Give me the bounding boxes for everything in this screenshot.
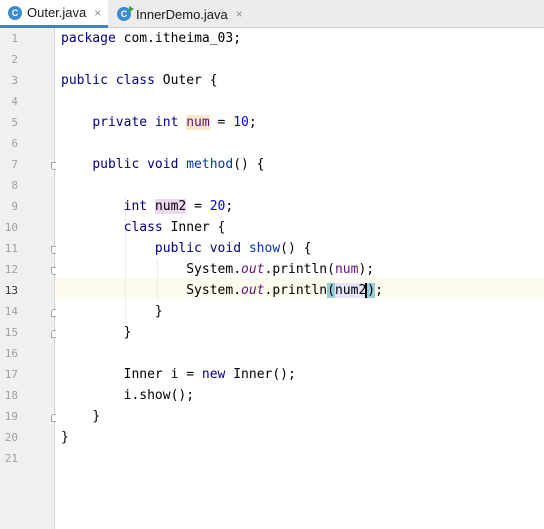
line-number: 15 bbox=[4, 326, 18, 339]
close-tab-icon[interactable]: × bbox=[236, 7, 243, 21]
local-num2-usage: num2 bbox=[334, 283, 367, 298]
code-line-19: } bbox=[92, 409, 101, 424]
class-icon: C bbox=[8, 5, 22, 20]
code-line-7: public void method() { bbox=[92, 157, 265, 172]
code-line-14: } bbox=[154, 304, 163, 319]
code-line-11: public void show() { bbox=[154, 241, 312, 256]
line-number: 20 bbox=[4, 431, 18, 444]
code-editor[interactable]: package com.itheima_03; public class Out… bbox=[56, 28, 544, 529]
code-line-9: int num2 = 20; bbox=[123, 199, 234, 214]
line-number-gutter[interactable]: 1 2 3 4 5 6 7 8 9 10 11 12 13 14 15 16 1… bbox=[0, 28, 58, 529]
line-number: 8 bbox=[11, 179, 18, 192]
line-number: 11 bbox=[4, 242, 18, 255]
line-number: 14 bbox=[4, 305, 18, 318]
line-number: 16 bbox=[4, 347, 18, 360]
matched-paren-close: ) bbox=[367, 283, 376, 298]
line-number: 19 bbox=[4, 410, 18, 423]
matched-paren-open: ( bbox=[327, 283, 335, 298]
line-number-current: 13 bbox=[4, 284, 18, 297]
line-number: 2 bbox=[11, 53, 18, 66]
line-number: 5 bbox=[11, 116, 18, 129]
code-line-20: } bbox=[61, 430, 69, 445]
tab-outer-java[interactable]: C Outer.java × bbox=[0, 0, 108, 28]
line-number: 10 bbox=[4, 221, 18, 234]
tab-innerdemo-java[interactable]: C InnerDemo.java × bbox=[109, 0, 249, 28]
line-number: 21 bbox=[4, 452, 18, 465]
runnable-class-icon: C bbox=[117, 6, 134, 21]
editor-tab-bar: C Outer.java × C InnerDemo.java × bbox=[0, 0, 544, 28]
tab-label: Outer.java bbox=[27, 5, 87, 20]
line-number: 9 bbox=[11, 200, 18, 213]
tab-label: InnerDemo.java bbox=[136, 6, 228, 22]
line-number: 18 bbox=[4, 389, 18, 402]
code-line-18: i.show(); bbox=[123, 388, 195, 403]
close-tab-icon[interactable]: × bbox=[94, 6, 101, 20]
line-number: 12 bbox=[4, 263, 18, 276]
line-number: 17 bbox=[4, 368, 18, 381]
line-number: 7 bbox=[11, 158, 18, 171]
code-line-5: private int num = 10; bbox=[92, 115, 257, 130]
line-number: 4 bbox=[11, 95, 18, 108]
line-number: 6 bbox=[11, 137, 18, 150]
line-number: 3 bbox=[11, 74, 18, 87]
code-line-12: System.out.println(num); bbox=[186, 262, 375, 277]
code-line-15: } bbox=[123, 325, 132, 340]
code-line-10: class Inner { bbox=[123, 220, 226, 235]
code-line-17: Inner i = new Inner(); bbox=[123, 367, 296, 382]
line-number: 1 bbox=[11, 32, 18, 45]
code-line-13: System.out.println(num2); bbox=[186, 283, 383, 298]
field-num-highlight: num bbox=[186, 115, 210, 130]
local-num2-highlight: num2 bbox=[154, 199, 187, 214]
code-line-1: package com.itheima_03; bbox=[61, 31, 242, 46]
code-line-3: public class Outer { bbox=[61, 73, 218, 88]
